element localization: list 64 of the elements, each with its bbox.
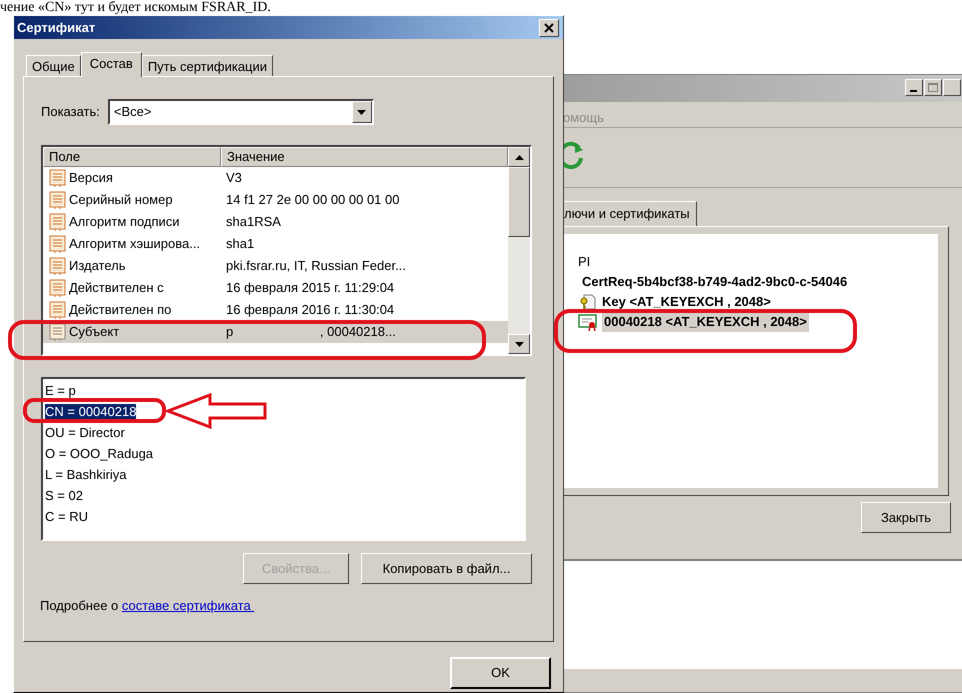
detail-line: O = OOO_Raduga	[45, 446, 154, 461]
field-icon	[49, 190, 66, 210]
ok-button[interactable]: OK	[450, 657, 551, 689]
detail-text-box[interactable]: E = p CN = 00040218 OU = Director O = OOO_Raduga L = Bashkiriya S = 02 C = RU	[41, 377, 526, 541]
field-icon	[49, 168, 66, 188]
certificate-icon	[578, 313, 598, 331]
document-text: чение «CN» тут и будет искомым FSRAR_ID.	[0, 0, 271, 15]
detail-line: E = p	[45, 383, 76, 398]
tab[interactable]: Общие	[26, 55, 81, 76]
field-value: 14 f1 27 2e 00 00 00 00 01 00	[225, 191, 400, 210]
column-header[interactable]: Поле	[43, 147, 221, 167]
field-value: 16 февраля 2016 г. 11:30:04	[225, 301, 394, 320]
detail-line: L = Bashkiriya	[45, 467, 127, 482]
field-icon	[49, 234, 66, 254]
field-icon	[49, 300, 66, 320]
close-button[interactable]	[539, 18, 559, 36]
window-title: Сертификат	[17, 18, 96, 37]
field-value: p , 00040218...	[225, 323, 396, 342]
scroll-down-button[interactable]	[508, 334, 530, 354]
field-name: Действителен по	[69, 301, 172, 320]
field-name: Версия	[69, 169, 113, 188]
field-value: 16 февраля 2015 г. 11:29:04	[225, 279, 394, 298]
detail-line: OU = Director	[45, 425, 125, 440]
show-dropdown[interactable]: <Все>	[108, 99, 374, 125]
minimize-button[interactable]	[905, 79, 923, 96]
tab[interactable]: Состав	[80, 52, 142, 77]
detail-line: C = RU	[45, 509, 88, 524]
tree-item[interactable]: Key <AT_KEYEXCH , 2048>	[600, 292, 773, 312]
more-info-text: Подробнее о составе сертификата	[40, 596, 533, 616]
tab[interactable]: Путь сертификации	[142, 55, 274, 76]
field-name: Серийный номер	[69, 191, 173, 210]
column-header[interactable]: Значение	[221, 147, 508, 167]
down-arrow-icon	[514, 342, 524, 346]
tree-item[interactable]: PI	[578, 252, 590, 272]
caret-icon	[357, 110, 366, 114]
tree-item[interactable]: 00040218 <AT_KEYEXCH , 2048>	[602, 312, 809, 332]
field-name: Издатель	[69, 257, 126, 276]
field-name: Алгоритм подписи	[69, 213, 180, 232]
scroll-up-button[interactable]	[508, 147, 530, 167]
maximize-button[interactable]	[924, 79, 942, 96]
tree-item[interactable]: CertReq-5b4bcf38-b749-4ad2-9bc0-c-54046	[582, 272, 848, 292]
scrollbar[interactable]	[508, 147, 530, 354]
field-name: Действителен с	[69, 279, 164, 298]
field-value: V3	[225, 169, 242, 188]
close-button[interactable]	[943, 79, 961, 96]
dialog-button[interactable]: Копировать в файл...	[361, 553, 532, 584]
field-value: sha1	[225, 235, 254, 254]
close-icon	[544, 22, 554, 32]
close-dialog-button[interactable]: Закрыть	[861, 502, 951, 533]
detail-line: S = 02	[45, 488, 83, 503]
field-icon	[49, 212, 66, 232]
show-label: Показать:	[41, 103, 100, 122]
field-icon	[49, 256, 66, 276]
field-value: sha1RSA	[225, 213, 281, 232]
up-arrow-icon	[514, 154, 524, 160]
field-icon	[49, 278, 66, 298]
dropdown-arrow-button[interactable]	[352, 101, 372, 123]
scroll-thumb[interactable]	[508, 167, 530, 237]
key-icon	[578, 293, 596, 311]
field-name: Алгоритм хэширова...	[69, 235, 200, 254]
field-icon	[49, 322, 66, 342]
certificate-details-link[interactable]: составе сертификата	[122, 598, 254, 613]
field-name: Субъект	[69, 323, 120, 342]
field-value: pki.fsrar.ru, IT, Russian Feder...	[225, 257, 406, 276]
